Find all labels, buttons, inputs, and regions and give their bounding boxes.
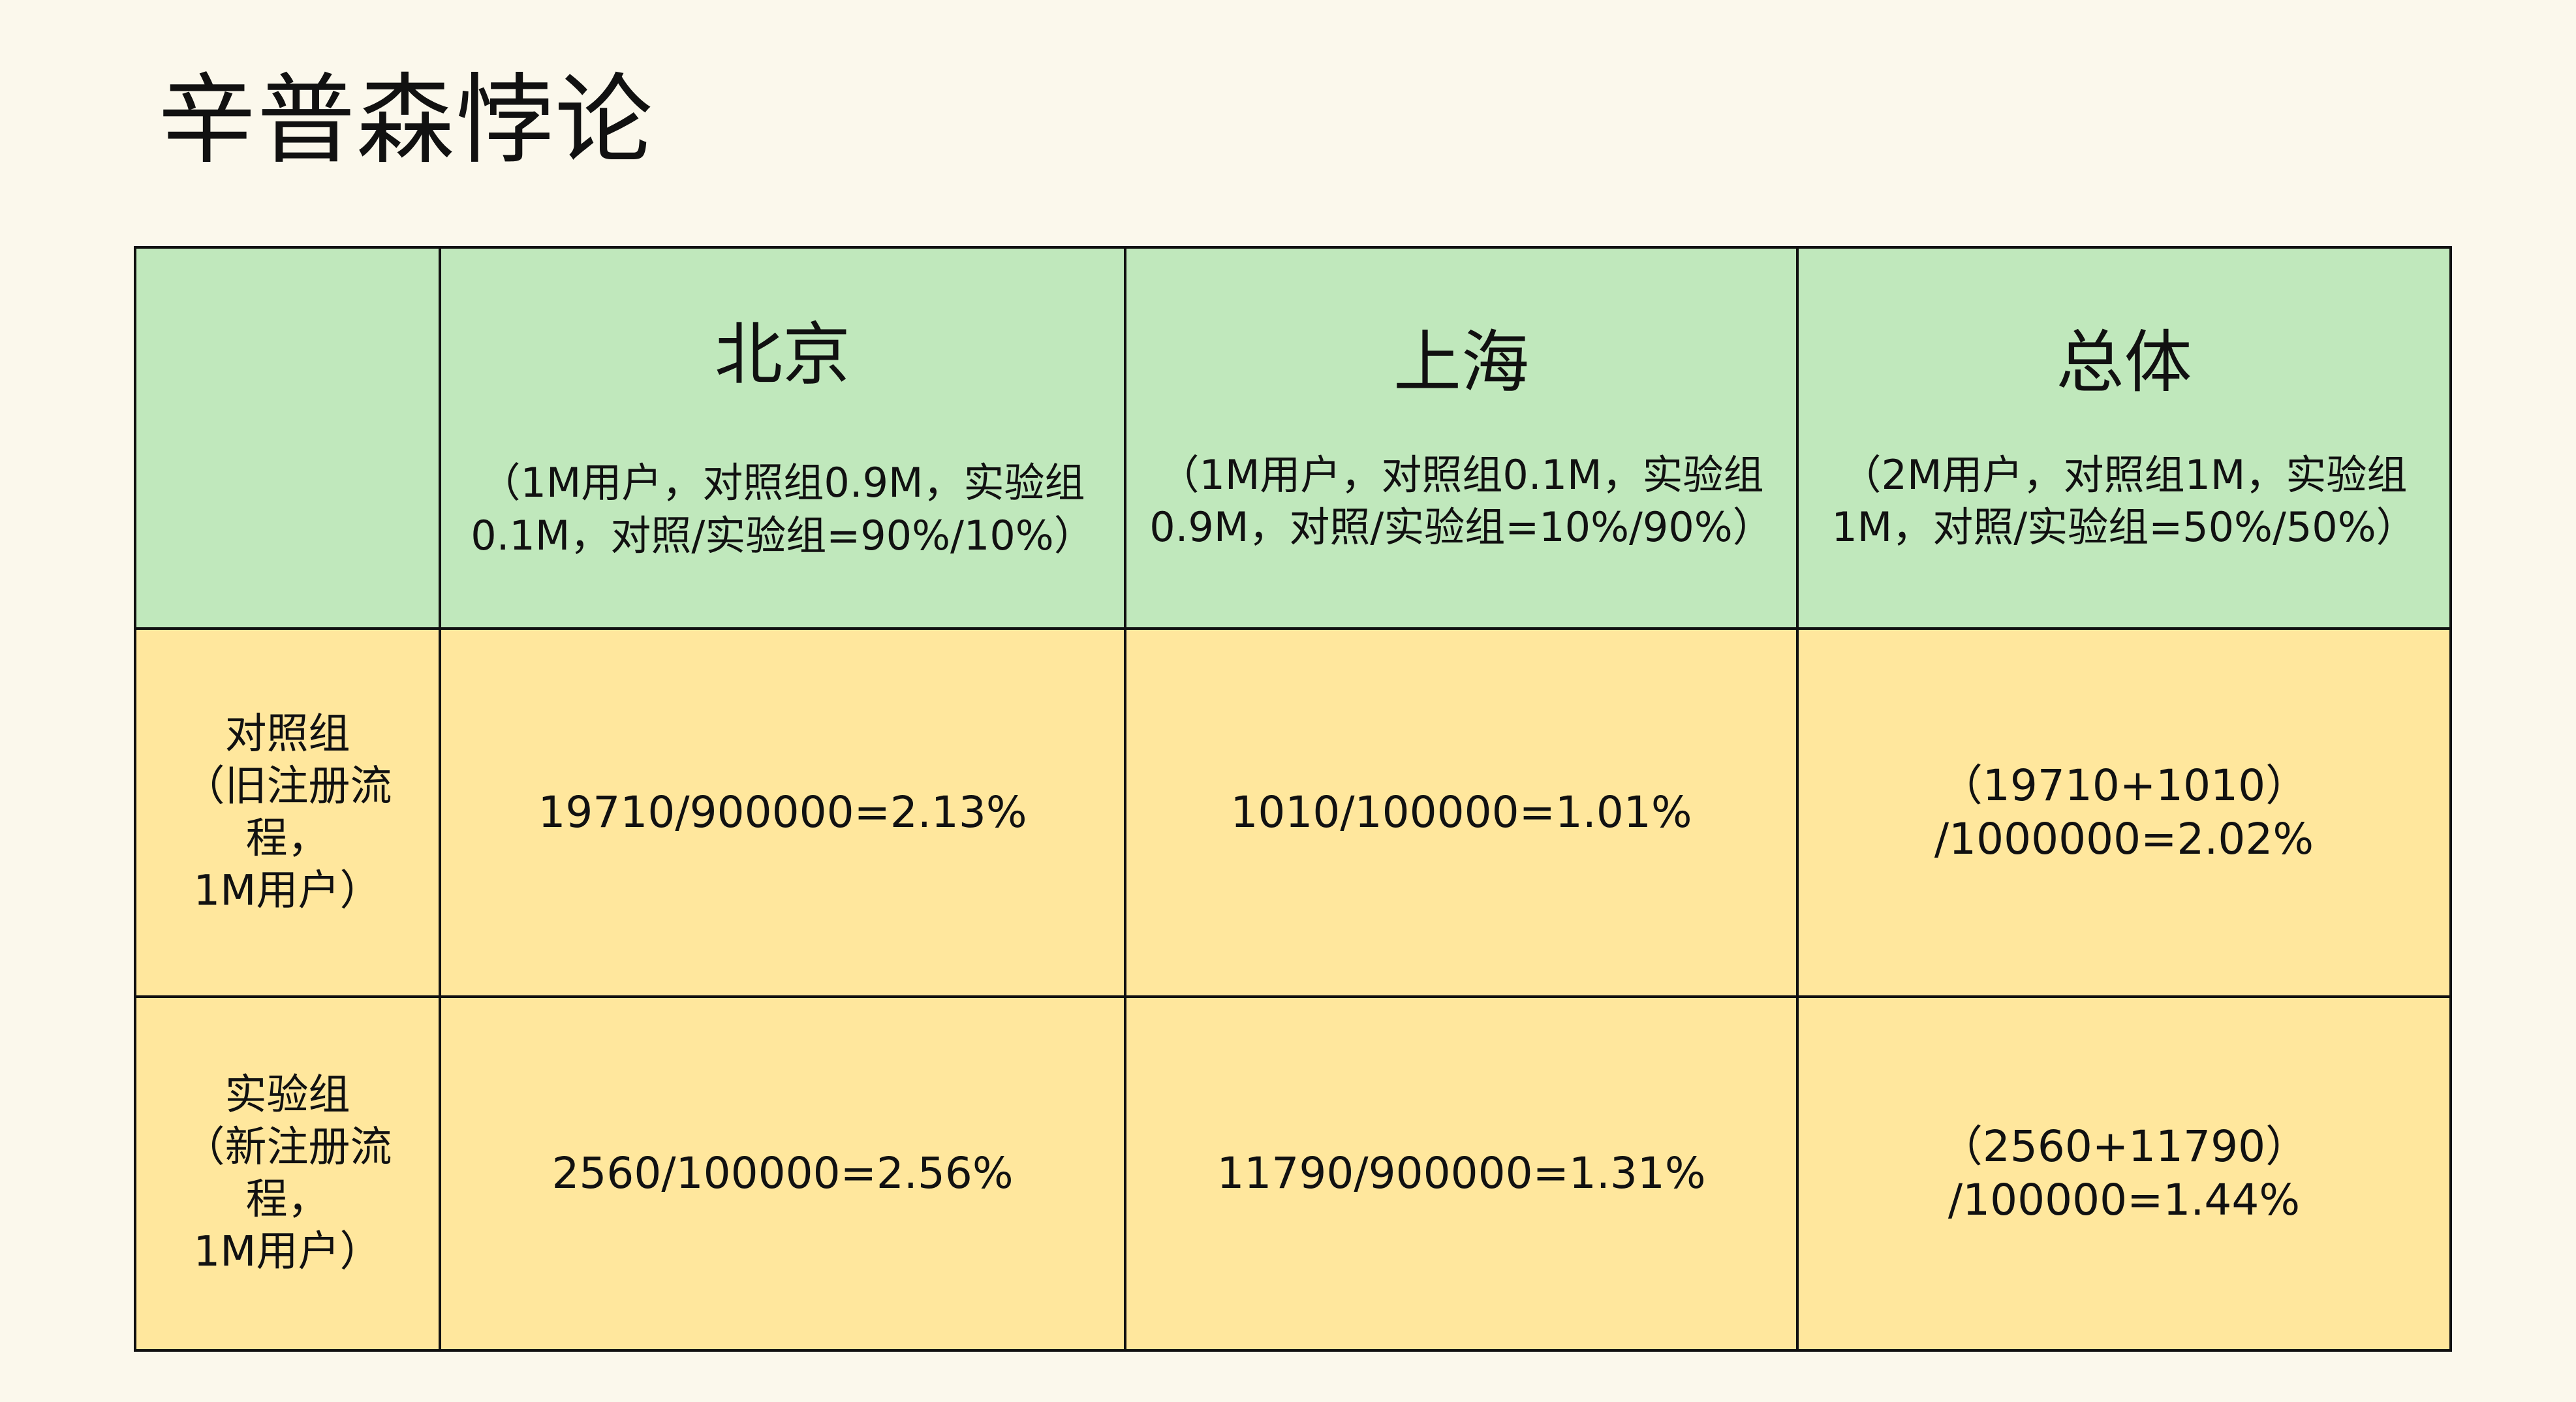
column-subtitle: （1M用户，对照组0.1M，实验组 0.9M，对照/实验组=10%/90%） (1149, 450, 1773, 552)
table-row-control: 对照组 （旧注册流程， 1M用户） 19710/900000=2.13% 101… (134, 627, 2452, 998)
cell-value: 19710/900000=2.13% (538, 787, 1027, 837)
row-header-treatment: 实验组 （新注册流程， 1M用户） (134, 995, 441, 1352)
column-title: 北京 (714, 314, 850, 394)
column-title: 上海 (1393, 322, 1529, 402)
page-title: 辛普森悖论 (158, 64, 655, 178)
column-subtitle: （1M用户，对照组0.9M，实验组 0.1M，对照/实验组=90%/10%） (471, 459, 1094, 559)
table-cell: 2560/100000=2.56% (439, 995, 1126, 1352)
table-cell: 11790/900000=1.31% (1124, 995, 1799, 1352)
cell-value: 1010/100000=1.01% (1230, 787, 1692, 837)
cell-value: 2560/100000=2.56% (551, 1147, 1014, 1198)
row-label: 对照组 （旧注册流程， 1M用户） (183, 710, 392, 915)
column-header-total: 总体 （2M用户，对照组1M，实验组 1M，对照/实验组=50%/50%） (1796, 246, 2452, 630)
column-header-beijing: 北京 （1M用户，对照组0.9M，实验组 0.1M，对照/实验组=90%/10%… (439, 246, 1126, 630)
table-corner-cell (134, 246, 441, 630)
column-header-shanghai: 上海 （1M用户，对照组0.1M，实验组 0.9M，对照/实验组=10%/90%… (1124, 246, 1799, 630)
table-cell: 1010/100000=1.01% (1124, 627, 1799, 998)
cell-value: （19710+1010） /1000000=2.02% (1934, 760, 2314, 865)
column-title: 总体 (2056, 322, 2192, 402)
table-row-treatment: 实验组 （新注册流程， 1M用户） 2560/100000=2.56% 1179… (134, 995, 2452, 1352)
cell-value: （2560+11790） /100000=1.44% (1939, 1121, 2309, 1226)
simpson-paradox-table: 北京 （1M用户，对照组0.9M，实验组 0.1M，对照/实验组=90%/10%… (134, 246, 2452, 1352)
table-cell: （19710+1010） /1000000=2.02% (1796, 627, 2452, 998)
cell-value: 11790/900000=1.31% (1217, 1147, 1706, 1198)
table-cell: 19710/900000=2.13% (439, 627, 1126, 998)
table-header-row: 北京 （1M用户，对照组0.9M，实验组 0.1M，对照/实验组=90%/10%… (134, 246, 2452, 630)
row-label: 实验组 （新注册流程， 1M用户） (183, 1071, 392, 1276)
table-cell: （2560+11790） /100000=1.44% (1796, 995, 2452, 1352)
column-subtitle: （2M用户，对照组1M，实验组 1M，对照/实验组=50%/50%） (1831, 450, 2417, 552)
row-header-control: 对照组 （旧注册流程， 1M用户） (134, 627, 441, 998)
